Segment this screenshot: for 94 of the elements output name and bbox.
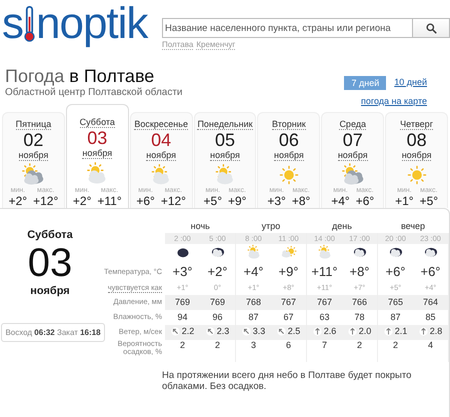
temperature-value: +2° (207, 264, 228, 279)
temperature-value: +9° (278, 264, 299, 279)
pressure-value: 768 (246, 297, 262, 307)
max-temperature: +11° (97, 194, 122, 208)
precipitation-value: 7 (322, 340, 327, 350)
search-icon (426, 22, 436, 34)
period-label: ночь (190, 221, 210, 231)
min-temperature: +2° (72, 194, 92, 208)
wind-speed-value: 3.3 (252, 326, 266, 336)
day-name: Понедельник (197, 119, 253, 130)
precipitation-value: 2 (180, 340, 185, 350)
temperature-value: +11° (311, 264, 338, 279)
humidity-value: 96 (212, 312, 222, 322)
wind-speed-value: 2.6 (324, 326, 336, 336)
min-temperature: +3° (267, 194, 286, 208)
day-name: Суббота (80, 117, 115, 128)
precipitation-value: 6 (286, 340, 291, 350)
pressure-value: 767 (316, 297, 332, 307)
temperature-value: +4° (243, 264, 264, 279)
humidity-value: 94 (177, 312, 188, 322)
day-name: Четверг (400, 119, 433, 130)
period-label: день (332, 221, 352, 231)
humidity-value: 78 (354, 312, 364, 322)
detail-date: 03 (28, 241, 72, 285)
page-title: Погода (5, 66, 64, 86)
min-temperature: +1° (395, 194, 414, 208)
min-temperature: +6° (136, 194, 155, 208)
min-temperature: +5° (204, 194, 222, 208)
day-name: Среда (339, 119, 366, 130)
humidity-value: 87 (248, 312, 258, 322)
precipitation-value: 4 (428, 340, 433, 350)
search-field[interactable]: Название населенного пункта, страны или региона (162, 18, 413, 38)
wind-speed-value: 2.0 (358, 326, 372, 336)
day-date: 03 (87, 129, 108, 148)
day-month: ноября (18, 150, 48, 161)
temperature-value: +6° (385, 264, 406, 279)
day-name: Пятница (16, 119, 52, 130)
max-temperature: +8° (292, 194, 310, 208)
pressure-value: 766 (352, 297, 368, 307)
precipitation-value: 2 (214, 340, 220, 350)
pressure-value: 764 (422, 297, 438, 307)
wind-speed-value: 2.3 (216, 326, 230, 336)
day-date: 05 (214, 131, 236, 150)
max-temperature: +12° (160, 194, 186, 208)
range-tab[interactable]: 10 дней (394, 76, 427, 90)
day-name: Вторник (272, 119, 306, 130)
temperature-value: +3° (172, 264, 193, 279)
day-month: ноября (210, 150, 240, 161)
wind-speed-value: 2.5 (288, 326, 300, 336)
day-name: Воскресенье (134, 119, 188, 130)
pressure-value: 767 (280, 297, 296, 307)
page-title-city: в Полтаве (69, 66, 154, 86)
search-button[interactable] (413, 18, 450, 38)
logo-text[interactable]: s (2, 4, 23, 44)
day-date: 04 (151, 131, 172, 150)
precipitation-value: 3 (250, 340, 256, 350)
pressure-value: 765 (388, 297, 404, 307)
humidity-value: 87 (390, 312, 400, 322)
pressure-value: 769 (174, 297, 190, 307)
day-month: ноября (82, 148, 112, 159)
min-temperature: +4° (331, 194, 350, 208)
day-month: ноября (274, 150, 304, 161)
precipitation-value: 2 (392, 340, 398, 350)
day-date: 02 (23, 131, 44, 150)
pressure-value: 769 (210, 297, 226, 307)
day-date: 06 (278, 131, 299, 150)
day-date: 07 (342, 131, 363, 150)
forecast-description: На протяжении всего дня небо в Полтаве будет покрыто облаками. Без осадков. (162, 370, 412, 392)
temperature-value: +6° (420, 264, 441, 279)
day-month: ноября (402, 150, 432, 161)
sunrise-sunset-info: Восход 06:32 Закат 16:18 (1, 323, 105, 342)
period-label: утро (262, 221, 280, 231)
period-label: вечер (400, 221, 426, 231)
temperature-value: +8° (349, 264, 370, 279)
day-date: 08 (406, 131, 427, 150)
detail-day-name: Суббота (27, 229, 73, 241)
max-temperature: +12° (33, 194, 58, 208)
detail-month: ноября (30, 285, 70, 297)
humidity-value: 85 (425, 312, 436, 322)
max-temperature: +9° (228, 194, 246, 208)
thermometer-icon (24, 6, 35, 42)
wind-speed-value: 2.1 (394, 326, 408, 336)
humidity-value: 67 (283, 312, 294, 322)
min-temperature: +2° (8, 194, 28, 208)
region-subtitle: Областной центр Полтавской области (5, 87, 183, 98)
humidity-value: 63 (319, 312, 330, 322)
wind-speed-value: 2.8 (430, 326, 442, 336)
precipitation-value: 2 (356, 340, 362, 350)
day-month: ноября (146, 150, 176, 161)
max-temperature: +6° (356, 194, 374, 208)
day-month: ноября (338, 150, 368, 161)
map-link[interactable]: погода на карте (361, 96, 427, 106)
max-temperature: +5° (420, 194, 438, 208)
wind-speed-value: 2.2 (182, 326, 194, 336)
